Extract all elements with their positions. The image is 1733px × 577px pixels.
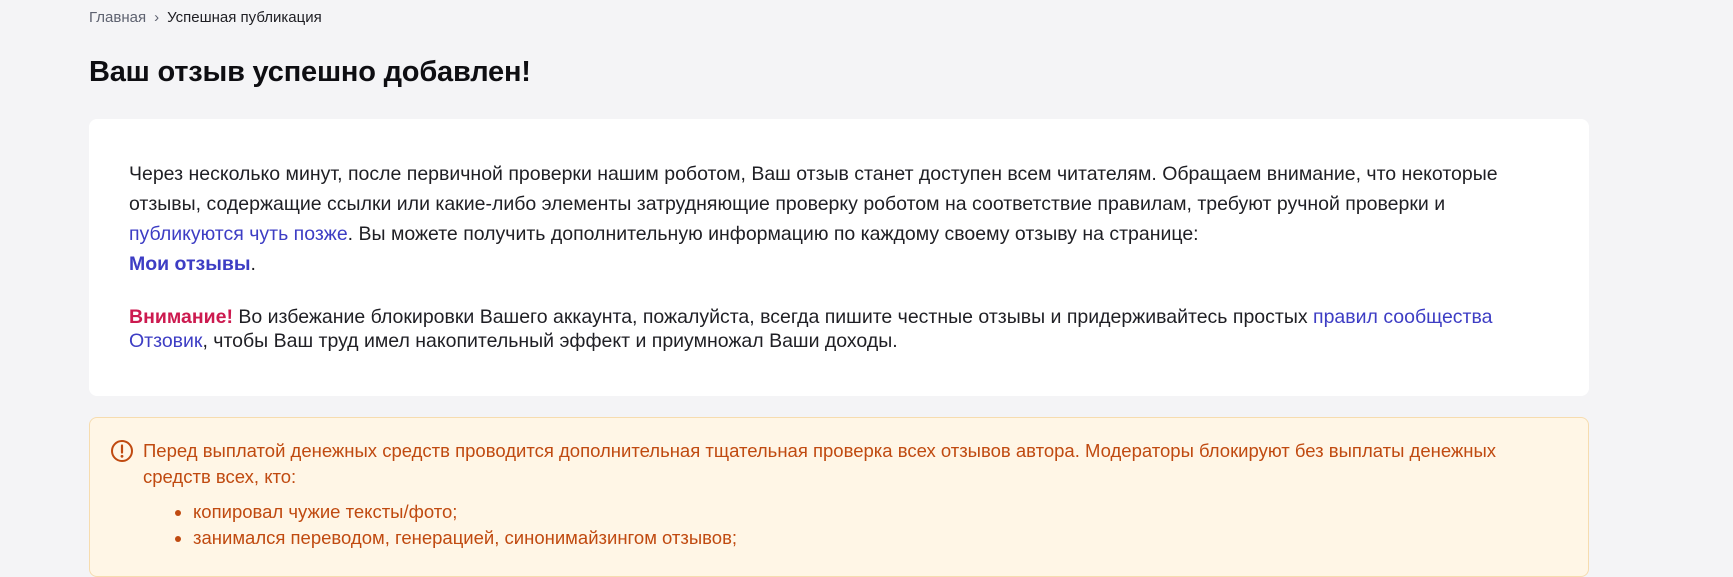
info-text-part1: Через несколько минут, после первичной п…	[129, 163, 1498, 215]
published-later-link[interactable]: публикуются чуть позже	[129, 223, 348, 245]
warning-text-part1: Во избежание блокировки Вашего аккаунта,…	[232, 306, 1314, 328]
breadcrumb: Главная › Успешная публикация	[89, 8, 322, 28]
payout-notice: Перед выплатой денежных средств проводит…	[89, 417, 1589, 577]
notice-text: Перед выплатой денежных средств проводит…	[143, 440, 1497, 487]
info-text-part2: . Вы можете получить дополнительную инфо…	[347, 223, 1199, 245]
info-paragraph: Через несколько минут, после первичной п…	[129, 159, 1559, 279]
attention-label: Внимание!	[129, 306, 233, 328]
warning-paragraph: Внимание! Во избежание блокировки Вашего…	[129, 305, 1559, 353]
notice-list-item: копировал чужие тексты/фото;	[193, 499, 737, 525]
notice-list-item: занимался переводом, генерацией, синоним…	[193, 525, 737, 551]
breadcrumb-home-link[interactable]: Главная	[89, 8, 146, 28]
exclamation-circle-icon	[110, 439, 134, 463]
breadcrumb-separator: ›	[154, 9, 160, 26]
breadcrumb-current: Успешная публикация	[167, 9, 322, 26]
page-title: Ваш отзыв успешно добавлен!	[89, 56, 531, 88]
notice-list: копировал чужие тексты/фото; занимался п…	[143, 499, 737, 551]
info-text-part3: .	[250, 253, 256, 275]
warning-text-part2: , чтобы Ваш труд имел накопительный эффе…	[202, 330, 898, 352]
my-reviews-link[interactable]: Мои отзывы	[129, 253, 251, 275]
success-info-card: Через несколько минут, после первичной п…	[89, 119, 1589, 396]
